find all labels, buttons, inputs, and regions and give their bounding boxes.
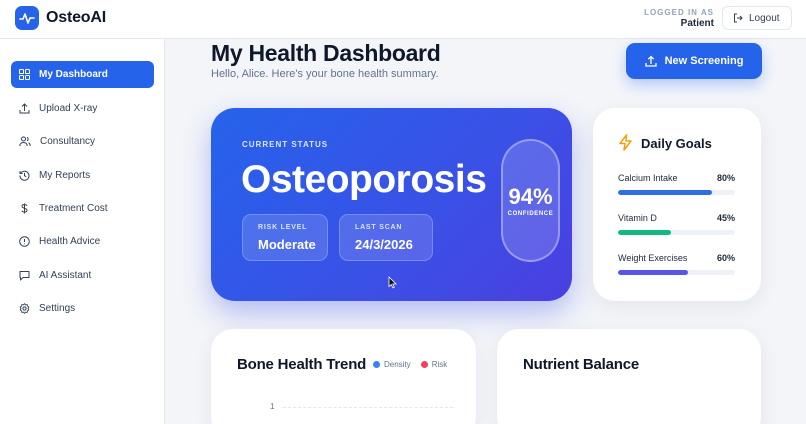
goal-label: Calcium Intake [618, 173, 678, 183]
page-subtitle: Hello, Alice. Here's your bone health su… [211, 68, 439, 80]
pulse-logo-icon [15, 6, 39, 30]
current-status-card: CURRENT STATUS Osteoporosis RISK LEVEL M… [211, 108, 572, 301]
goal-progress-fill [618, 230, 671, 235]
goal-progress-track [618, 190, 735, 195]
goal-weight-exercises: Weight Exercises 60% [618, 253, 735, 275]
legend-label-density: Density [384, 360, 411, 369]
goal-progress-fill [618, 270, 689, 275]
daily-goals-title: Daily Goals [641, 136, 712, 151]
users-icon [19, 136, 31, 147]
new-screening-label: New Screening [664, 55, 744, 67]
risk-level-chip: RISK LEVEL Moderate [242, 214, 328, 261]
mouse-cursor-icon [388, 276, 397, 289]
sidebar-item-label: Consultancy [40, 136, 96, 147]
risk-level-value: Moderate [258, 237, 316, 252]
goal-percent: 45% [716, 213, 735, 223]
trend-legend: Density Risk [373, 360, 447, 369]
new-screening-button[interactable]: New Screening [626, 43, 762, 79]
sidebar-item-my-dashboard[interactable]: My Dashboard [11, 61, 154, 88]
goal-progress-fill [618, 190, 712, 195]
risk-legend-dot [420, 361, 428, 368]
bone-health-trend-card: Bone Health Trend Density Risk 1 [211, 329, 476, 424]
sidebar-item-label: My Dashboard [39, 69, 108, 80]
sidebar-item-health-advice[interactable]: Health Advice [11, 228, 154, 255]
chart-gridline [283, 407, 453, 408]
logout-icon [734, 13, 743, 23]
chat-icon [19, 271, 30, 281]
alert-circle-icon [19, 236, 30, 247]
sidebar-item-label: My Reports [39, 170, 91, 181]
nutrient-balance-card: Nutrient Balance [497, 329, 761, 424]
upload-icon [19, 103, 30, 114]
app-name: OsteoAI [46, 9, 106, 26]
sidebar-item-ai-assistant[interactable]: AI Assistant [11, 262, 154, 289]
status-label: CURRENT STATUS [242, 140, 329, 149]
y-tick-label: 1 [270, 402, 275, 411]
lightning-icon [619, 134, 632, 151]
status-value: Osteoporosis [241, 158, 487, 201]
user-role: Patient [680, 18, 714, 29]
logout-label: Logout [749, 12, 780, 24]
legend-label-risk: Risk [431, 360, 448, 369]
goal-progress-track [618, 230, 735, 235]
goal-percent: 80% [716, 173, 735, 183]
goal-vitamin-d: Vitamin D 45% [618, 213, 735, 235]
sidebar-item-label: Health Advice [39, 236, 101, 247]
goal-percent: 60% [716, 253, 735, 263]
goal-label: Weight Exercises [618, 253, 688, 263]
sidebar-item-settings[interactable]: Settings [11, 295, 154, 322]
sidebar-item-upload-x-ray[interactable]: Upload X-ray [11, 95, 154, 122]
trend-title: Bone Health Trend [237, 356, 367, 373]
dollar-icon [21, 203, 28, 214]
sidebar-item-label: Settings [39, 303, 76, 314]
confidence-pill: 94% CONFIDENCE [501, 139, 560, 262]
last-scan-label: LAST SCAN [355, 224, 403, 231]
confidence-label: CONFIDENCE [507, 211, 554, 217]
sidebar-item-treatment-cost[interactable]: Treatment Cost [11, 195, 154, 222]
logout-button[interactable]: Logout [722, 6, 792, 30]
sidebar-item-label: Treatment Cost [39, 203, 108, 214]
upload-icon [644, 55, 657, 67]
goal-progress-track [618, 270, 735, 275]
sidebar: My Dashboard Upload X-ray Consultancy My… [0, 39, 165, 424]
logged-in-label: LOGGED IN AS [644, 8, 714, 17]
sidebar-item-consultancy[interactable]: Consultancy [11, 128, 154, 155]
daily-goals-card: Daily Goals Calcium Intake 80% Vitamin D… [593, 108, 761, 301]
grid-icon [19, 69, 30, 80]
risk-level-label: RISK LEVEL [258, 224, 308, 231]
last-scan-value: 24/3/2026 [355, 237, 413, 252]
density-legend-dot [373, 361, 380, 368]
page-title: My Health Dashboard [211, 40, 441, 66]
sidebar-item-label: AI Assistant [39, 270, 92, 281]
top-bar: OsteoAI LOGGED IN AS Patient Logout [0, 0, 806, 39]
sidebar-item-label: Upload X-ray [39, 103, 98, 114]
gear-icon [19, 303, 30, 314]
last-scan-chip: LAST SCAN 24/3/2026 [339, 214, 433, 261]
nutrient-title: Nutrient Balance [523, 356, 639, 373]
sidebar-item-my-reports[interactable]: My Reports [11, 162, 154, 189]
goal-calcium-intake: Calcium Intake 80% [618, 173, 735, 195]
goal-label: Vitamin D [618, 213, 657, 223]
confidence-value: 94% [508, 184, 553, 209]
history-icon [19, 170, 30, 181]
